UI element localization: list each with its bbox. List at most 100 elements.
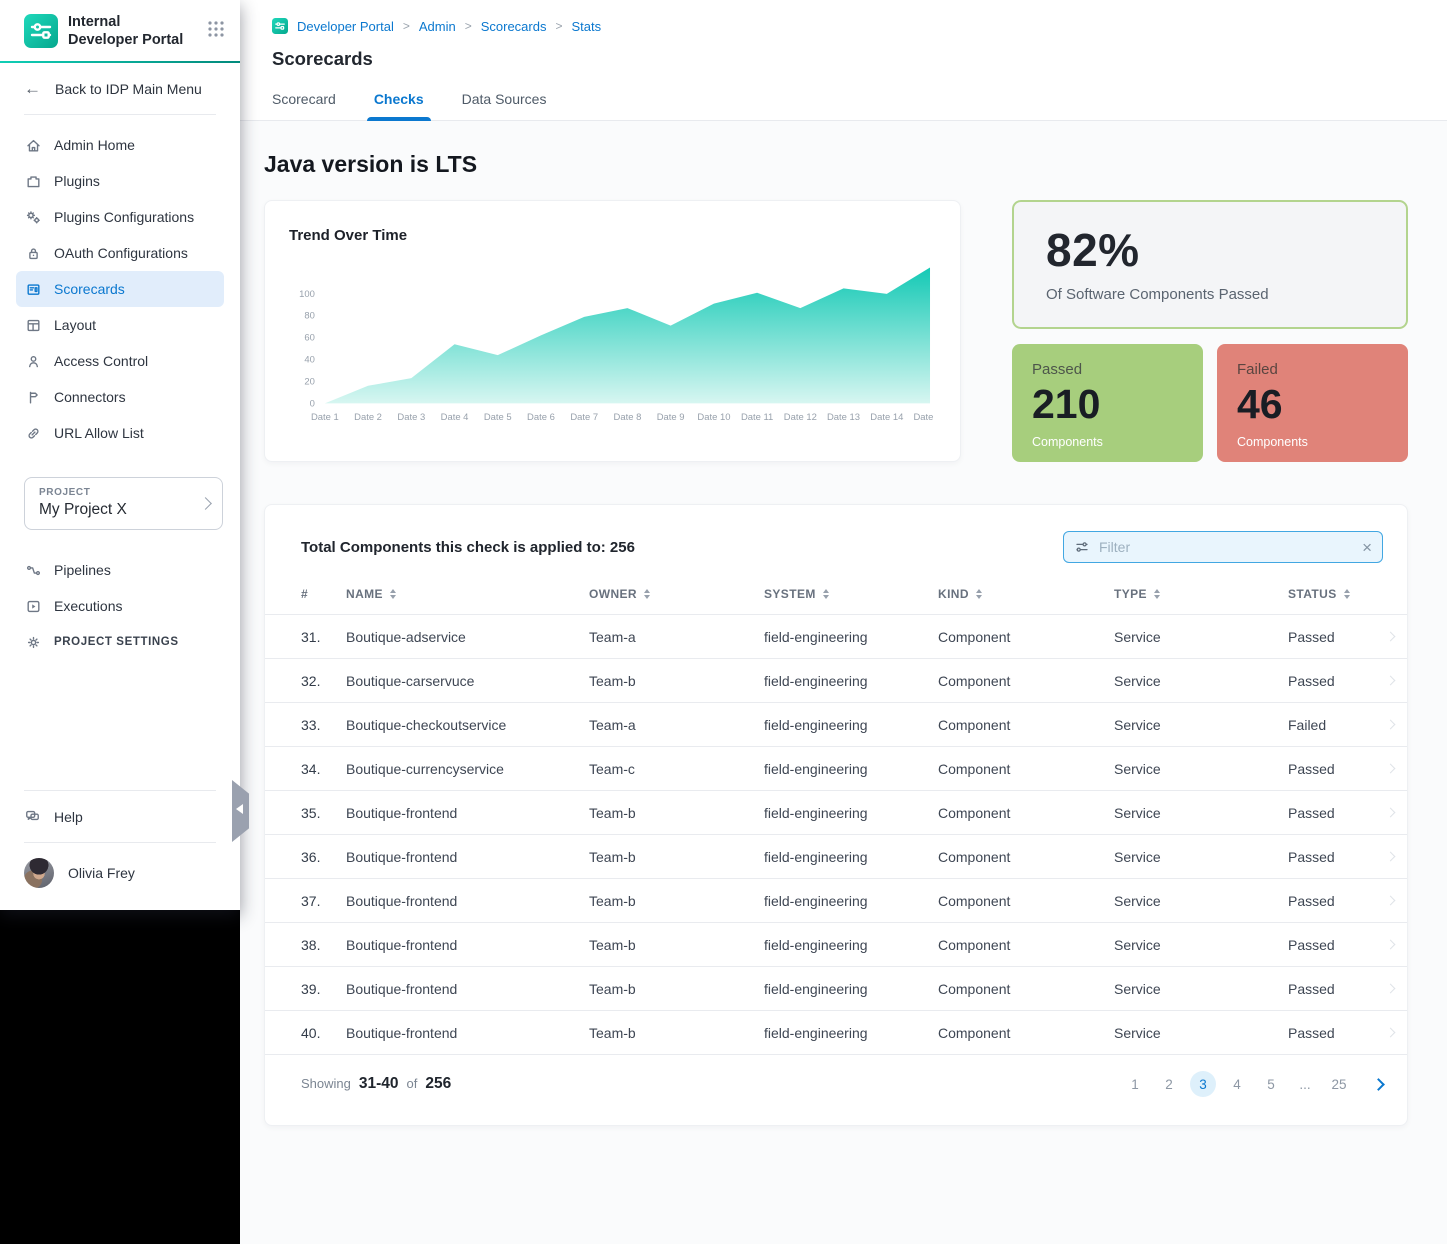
column-header-system[interactable]: SYSTEM [764, 587, 938, 601]
page-3[interactable]: 3 [1190, 1071, 1216, 1097]
avatar [24, 858, 54, 888]
sidebar-item-oauth-configurations[interactable]: OAuth Configurations [16, 235, 224, 271]
sidebar-item-label: Admin Home [54, 137, 135, 153]
page-25[interactable]: 25 [1326, 1071, 1352, 1097]
tab-checks[interactable]: Checks [374, 91, 424, 120]
back-arrow-icon: ← [24, 80, 41, 97]
svg-text:Date 6: Date 6 [527, 412, 555, 423]
table-row[interactable]: 34.Boutique-currencyserviceTeam-cfield-e… [265, 747, 1407, 791]
table-row[interactable]: 32.Boutique-carservuceTeam-bfield-engine… [265, 659, 1407, 703]
cell-status: Passed [1288, 761, 1387, 777]
breadcrumb-separator: > [403, 19, 410, 33]
table-row[interactable]: 36.Boutique-frontendTeam-bfield-engineer… [265, 835, 1407, 879]
cell-number: 32. [301, 673, 346, 689]
cell-name: Boutique-carservuce [346, 673, 589, 689]
page-1[interactable]: 1 [1122, 1071, 1148, 1097]
column-header-name[interactable]: NAME [346, 587, 589, 601]
svg-text:80: 80 [304, 311, 315, 322]
cell-owner: Team-b [589, 893, 764, 909]
cell-name: Boutique-frontend [346, 893, 589, 909]
clear-filter-icon[interactable]: × [1362, 539, 1372, 556]
chart-title: Trend Over Time [289, 227, 936, 244]
pass-percentage-subtitle: Of Software Components Passed [1046, 286, 1374, 303]
help-chat-icon [24, 808, 41, 825]
sidebar-item-plugins-configurations[interactable]: Plugins Configurations [16, 199, 224, 235]
breadcrumb-link-developer-portal[interactable]: Developer Portal [297, 19, 394, 34]
sidebar-item-admin-home[interactable]: Admin Home [16, 127, 224, 163]
passed-label: Passed [1032, 361, 1183, 378]
plugins-icon [25, 173, 42, 190]
cell-name: Boutique-checkoutservice [346, 717, 589, 733]
svg-text:Date 3: Date 3 [397, 412, 425, 423]
apps-grid-icon[interactable] [206, 19, 226, 44]
page-5[interactable]: 5 [1258, 1071, 1284, 1097]
cell-kind: Component [938, 673, 1114, 689]
breadcrumb-link-stats[interactable]: Stats [571, 19, 601, 34]
page-2[interactable]: 2 [1156, 1071, 1182, 1097]
project-selector[interactable]: PROJECT My Project X [24, 477, 223, 530]
back-to-idp-main-menu[interactable]: ← Back to IDP Main Menu [0, 63, 240, 114]
table-row[interactable]: 31.Boutique-adserviceTeam-afield-enginee… [265, 615, 1407, 659]
cell-owner: Team-b [589, 981, 764, 997]
check-title: Java version is LTS [264, 151, 1408, 178]
column-header-kind[interactable]: KIND [938, 587, 1114, 601]
sort-icon[interactable] [390, 589, 396, 599]
sidebar-item-scorecards[interactable]: Scorecards [16, 271, 224, 307]
svg-text:40: 40 [304, 355, 315, 366]
sidebar-item-layout[interactable]: Layout [16, 307, 224, 343]
breadcrumb-link-admin[interactable]: Admin [419, 19, 456, 34]
cell-number: 38. [301, 937, 346, 953]
table-row[interactable]: 39.Boutique-frontendTeam-bfield-engineer… [265, 967, 1407, 1011]
table-row[interactable]: 40.Boutique-frontendTeam-bfield-engineer… [265, 1011, 1407, 1055]
column-header-owner[interactable]: OWNER [589, 587, 764, 601]
breadcrumb-link-scorecards[interactable]: Scorecards [481, 19, 547, 34]
sidebar-item-plugins[interactable]: Plugins [16, 163, 224, 199]
sidebar-item-pipelines[interactable]: Pipelines [16, 552, 224, 588]
filter-input[interactable] [1099, 539, 1353, 555]
help-label: Help [54, 809, 83, 825]
sidebar-item-connectors[interactable]: Connectors [16, 379, 224, 415]
user-menu[interactable]: Olivia Frey [0, 843, 240, 898]
sidebar-item-project-settings[interactable]: PROJECT SETTINGS [16, 624, 224, 660]
sort-icon[interactable] [1154, 589, 1160, 599]
table-row[interactable]: 38.Boutique-frontendTeam-bfield-engineer… [265, 923, 1407, 967]
row-chevron-icon [1386, 940, 1396, 950]
next-page-icon[interactable] [1372, 1078, 1385, 1091]
failed-card: Failed 46 Components [1217, 344, 1408, 462]
layout-icon [25, 317, 42, 334]
column-header-type[interactable]: TYPE [1114, 587, 1288, 601]
tab-scorecard[interactable]: Scorecard [272, 91, 336, 120]
svg-text:Date 13: Date 13 [827, 412, 860, 423]
cell-type: Service [1114, 717, 1288, 733]
cell-owner: Team-b [589, 673, 764, 689]
app: InternalDeveloper Portal ← Back to IDP M… [0, 0, 1447, 1244]
row-chevron-icon [1386, 896, 1396, 906]
row-chevron-icon [1386, 852, 1396, 862]
sort-icon[interactable] [976, 589, 982, 599]
sort-icon[interactable] [823, 589, 829, 599]
svg-text:100: 100 [299, 289, 315, 300]
cell-owner: Team-b [589, 849, 764, 865]
sidebar-item-label: Layout [54, 317, 96, 333]
cell-name: Boutique-frontend [346, 1025, 589, 1041]
showing-total: 256 [425, 1075, 451, 1093]
table-row[interactable]: 37.Boutique-frontendTeam-bfield-engineer… [265, 879, 1407, 923]
sort-icon[interactable] [644, 589, 650, 599]
column-header-status[interactable]: STATUS [1288, 587, 1387, 601]
help-button[interactable]: Help [0, 791, 240, 842]
cell-owner: Team-b [589, 805, 764, 821]
tab-data-sources[interactable]: Data Sources [462, 91, 547, 120]
svg-text:Date 8: Date 8 [614, 412, 642, 423]
pipelines-icon [25, 562, 42, 579]
table-row[interactable]: 33.Boutique-checkoutserviceTeam-afield-e… [265, 703, 1407, 747]
cell-status: Passed [1288, 673, 1387, 689]
sidebar-item-label: Access Control [54, 353, 148, 369]
page-list: 12345...25 [1122, 1071, 1383, 1097]
sidebar-item-url-allow-list[interactable]: URL Allow List [16, 415, 224, 451]
sort-icon[interactable] [1344, 589, 1350, 599]
sidebar-item-executions[interactable]: Executions [16, 588, 224, 624]
cell-owner: Team-a [589, 629, 764, 645]
page-4[interactable]: 4 [1224, 1071, 1250, 1097]
sidebar-item-access-control[interactable]: Access Control [16, 343, 224, 379]
table-row[interactable]: 35.Boutique-frontendTeam-bfield-engineer… [265, 791, 1407, 835]
